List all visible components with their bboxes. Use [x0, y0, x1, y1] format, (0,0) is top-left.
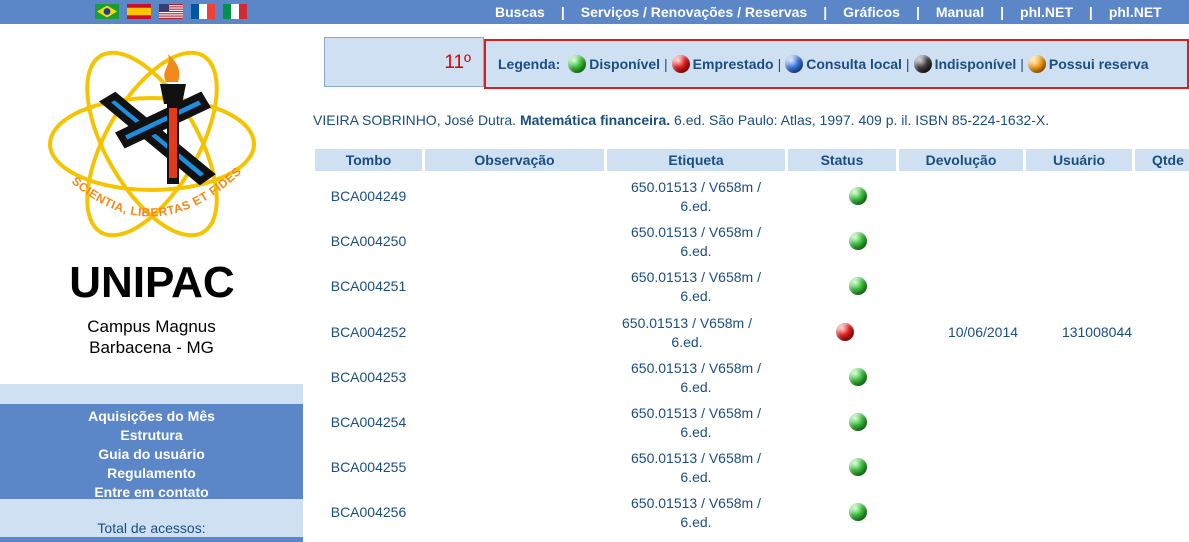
- nav-separator: |: [560, 4, 565, 20]
- citation-author: VIEIRA SOBRINHO, José Dutra.: [313, 112, 520, 128]
- nav-separator: |: [915, 4, 920, 20]
- etiqueta-cell: 650.01513 / V658m / 6.ed.: [607, 223, 785, 261]
- status-available-icon: [849, 187, 867, 205]
- table-row: BCA004249 650.01513 / V658m / 6.ed.: [0, 174, 1189, 219]
- etiqueta-cell: 650.01513 / V658m / 6.ed.: [598, 314, 776, 352]
- tombo-link[interactable]: BCA004254: [315, 414, 422, 430]
- table-row: BCA004253 650.01513 / V658m / 6.ed.: [0, 355, 1189, 400]
- devolucao-cell: 10/06/2014: [947, 324, 1019, 340]
- etiqueta-line-2: 6.ed.: [680, 424, 712, 440]
- legend-separator: |: [905, 56, 910, 72]
- status-reserved-icon: [1027, 55, 1046, 73]
- legend-available: Disponível: [589, 56, 661, 72]
- tombo-link[interactable]: BCA004252: [315, 324, 422, 340]
- tombo-link[interactable]: BCA004255: [315, 459, 422, 475]
- legend: Legenda: Disponível | Emprestado | Consu…: [484, 39, 1189, 89]
- tombo-link[interactable]: BCA004249: [315, 188, 422, 204]
- status-local-icon: [785, 55, 804, 73]
- tombo-link[interactable]: BCA004256: [315, 504, 422, 520]
- col-observacao: Observação: [425, 149, 604, 171]
- sidebar-bottom-bar: [0, 537, 303, 542]
- nav-graficos[interactable]: Gráficos: [843, 4, 900, 20]
- table-row: BCA004255 650.01513 / V658m / 6.ed.: [0, 445, 1189, 490]
- etiqueta-cell: 650.01513 / V658m / 6.ed.: [607, 494, 785, 532]
- nav-phlnet[interactable]: phl.NET: [1020, 4, 1073, 20]
- etiqueta-cell: 650.01513 / V658m / 6.ed.: [607, 178, 785, 216]
- etiqueta-cell: 650.01513 / V658m / 6.ed.: [607, 268, 785, 306]
- etiqueta-cell: 650.01513 / V658m / 6.ed.: [607, 449, 785, 487]
- col-status: Status: [788, 149, 896, 171]
- etiqueta-line-2: 6.ed.: [671, 334, 703, 350]
- nav-separator: |: [1000, 4, 1005, 20]
- tombo-link[interactable]: BCA004253: [315, 369, 422, 385]
- etiqueta-line-2: 6.ed.: [680, 198, 712, 214]
- legend-local: Consulta local: [806, 56, 902, 72]
- legend-label: Legenda:: [498, 56, 561, 72]
- legend-separator: |: [664, 56, 668, 72]
- rank-value: 11º: [444, 52, 471, 73]
- nav-servicos[interactable]: Serviços / Renovações / Reservas: [581, 4, 807, 20]
- status-available-icon: [849, 277, 867, 295]
- etiqueta-line-1: 650.01513 / V658m /: [631, 450, 761, 466]
- etiqueta-cell: 650.01513 / V658m / 6.ed.: [607, 359, 785, 397]
- table-row: BCA004251 650.01513 / V658m / 6.ed.: [0, 264, 1189, 309]
- status-available-icon: [849, 232, 867, 250]
- status-borrowed-icon: [836, 323, 854, 341]
- col-tombo: Tombo: [315, 149, 422, 171]
- usuario-cell: 131008044: [1061, 324, 1133, 340]
- table-row: BCA004250 650.01513 / V658m / 6.ed.: [0, 219, 1189, 264]
- col-etiqueta: Etiqueta: [607, 149, 785, 171]
- nav-separator: |: [1088, 4, 1093, 20]
- flag-france-icon[interactable]: [191, 4, 215, 19]
- book-citation: VIEIRA SOBRINHO, José Dutra. Matemática …: [313, 112, 1189, 128]
- etiqueta-line-2: 6.ed.: [680, 514, 712, 530]
- status-available-icon: [849, 503, 867, 521]
- status-available-icon: [849, 458, 867, 476]
- status-borrowed-icon: [671, 55, 690, 73]
- etiqueta-line-2: 6.ed.: [680, 379, 712, 395]
- nav-phlnet-2[interactable]: phl.NET: [1109, 4, 1162, 20]
- status-available-icon: [849, 368, 867, 386]
- flag-brazil-icon[interactable]: [95, 4, 119, 19]
- etiqueta-line-1: 650.01513 / V658m /: [631, 269, 761, 285]
- status-available-icon: [568, 55, 587, 73]
- table-row: BCA004254 650.01513 / V658m / 6.ed.: [0, 400, 1189, 445]
- etiqueta-line-1: 650.01513 / V658m /: [622, 315, 752, 331]
- legend-separator: |: [777, 56, 782, 72]
- legend-unavailable: Indisponível: [934, 56, 1017, 72]
- citation-title: Matemática financeira.: [519, 112, 671, 128]
- tombo-link[interactable]: BCA004251: [315, 278, 422, 294]
- flag-usa-icon[interactable]: [159, 4, 183, 19]
- etiqueta-line-2: 6.ed.: [680, 469, 712, 485]
- nav-manual[interactable]: Manual: [936, 4, 984, 20]
- etiqueta-line-1: 650.01513 / V658m /: [631, 360, 761, 376]
- legend-separator: |: [1020, 56, 1024, 72]
- legend-borrowed: Emprestado: [692, 56, 774, 72]
- status-available-icon: [849, 413, 867, 431]
- etiqueta-line-1: 650.01513 / V658m /: [631, 495, 761, 511]
- etiqueta-line-2: 6.ed.: [680, 243, 712, 259]
- legend-reserved: Possui reserva: [1048, 56, 1149, 72]
- rank-box: 11º: [324, 37, 484, 87]
- col-qtde: Qtde: [1135, 149, 1189, 171]
- top-bar: Buscas | Serviços / Renovações / Reserva…: [0, 0, 1189, 24]
- col-usuario: Usuário: [1026, 149, 1132, 171]
- etiqueta-line-1: 650.01513 / V658m /: [631, 405, 761, 421]
- etiqueta-line-2: 6.ed.: [680, 288, 712, 304]
- table-row: BCA004256 650.01513 / V658m / 6.ed.: [0, 490, 1189, 535]
- etiqueta-line-1: 650.01513 / V658m /: [631, 224, 761, 240]
- top-navigation: Buscas | Serviços / Renovações / Reserva…: [480, 0, 1162, 24]
- citation-details: 6.ed. São Paulo: Atlas, 1997. 409 p. il.…: [670, 112, 1050, 128]
- flag-italy-icon[interactable]: [223, 4, 247, 19]
- etiqueta-cell: 650.01513 / V658m / 6.ed.: [607, 404, 785, 442]
- status-unavailable-icon: [913, 55, 932, 73]
- nav-separator: |: [823, 4, 828, 20]
- nav-buscas[interactable]: Buscas: [495, 4, 545, 20]
- col-devolucao: Devolução: [899, 149, 1023, 171]
- table-row: BCA004252 650.01513 / V658m / 6.ed. 10/06/2…: [0, 310, 1189, 355]
- etiqueta-line-1: 650.01513 / V658m /: [631, 179, 761, 195]
- flag-spain-icon[interactable]: [127, 4, 151, 19]
- tombo-link[interactable]: BCA004250: [315, 233, 422, 249]
